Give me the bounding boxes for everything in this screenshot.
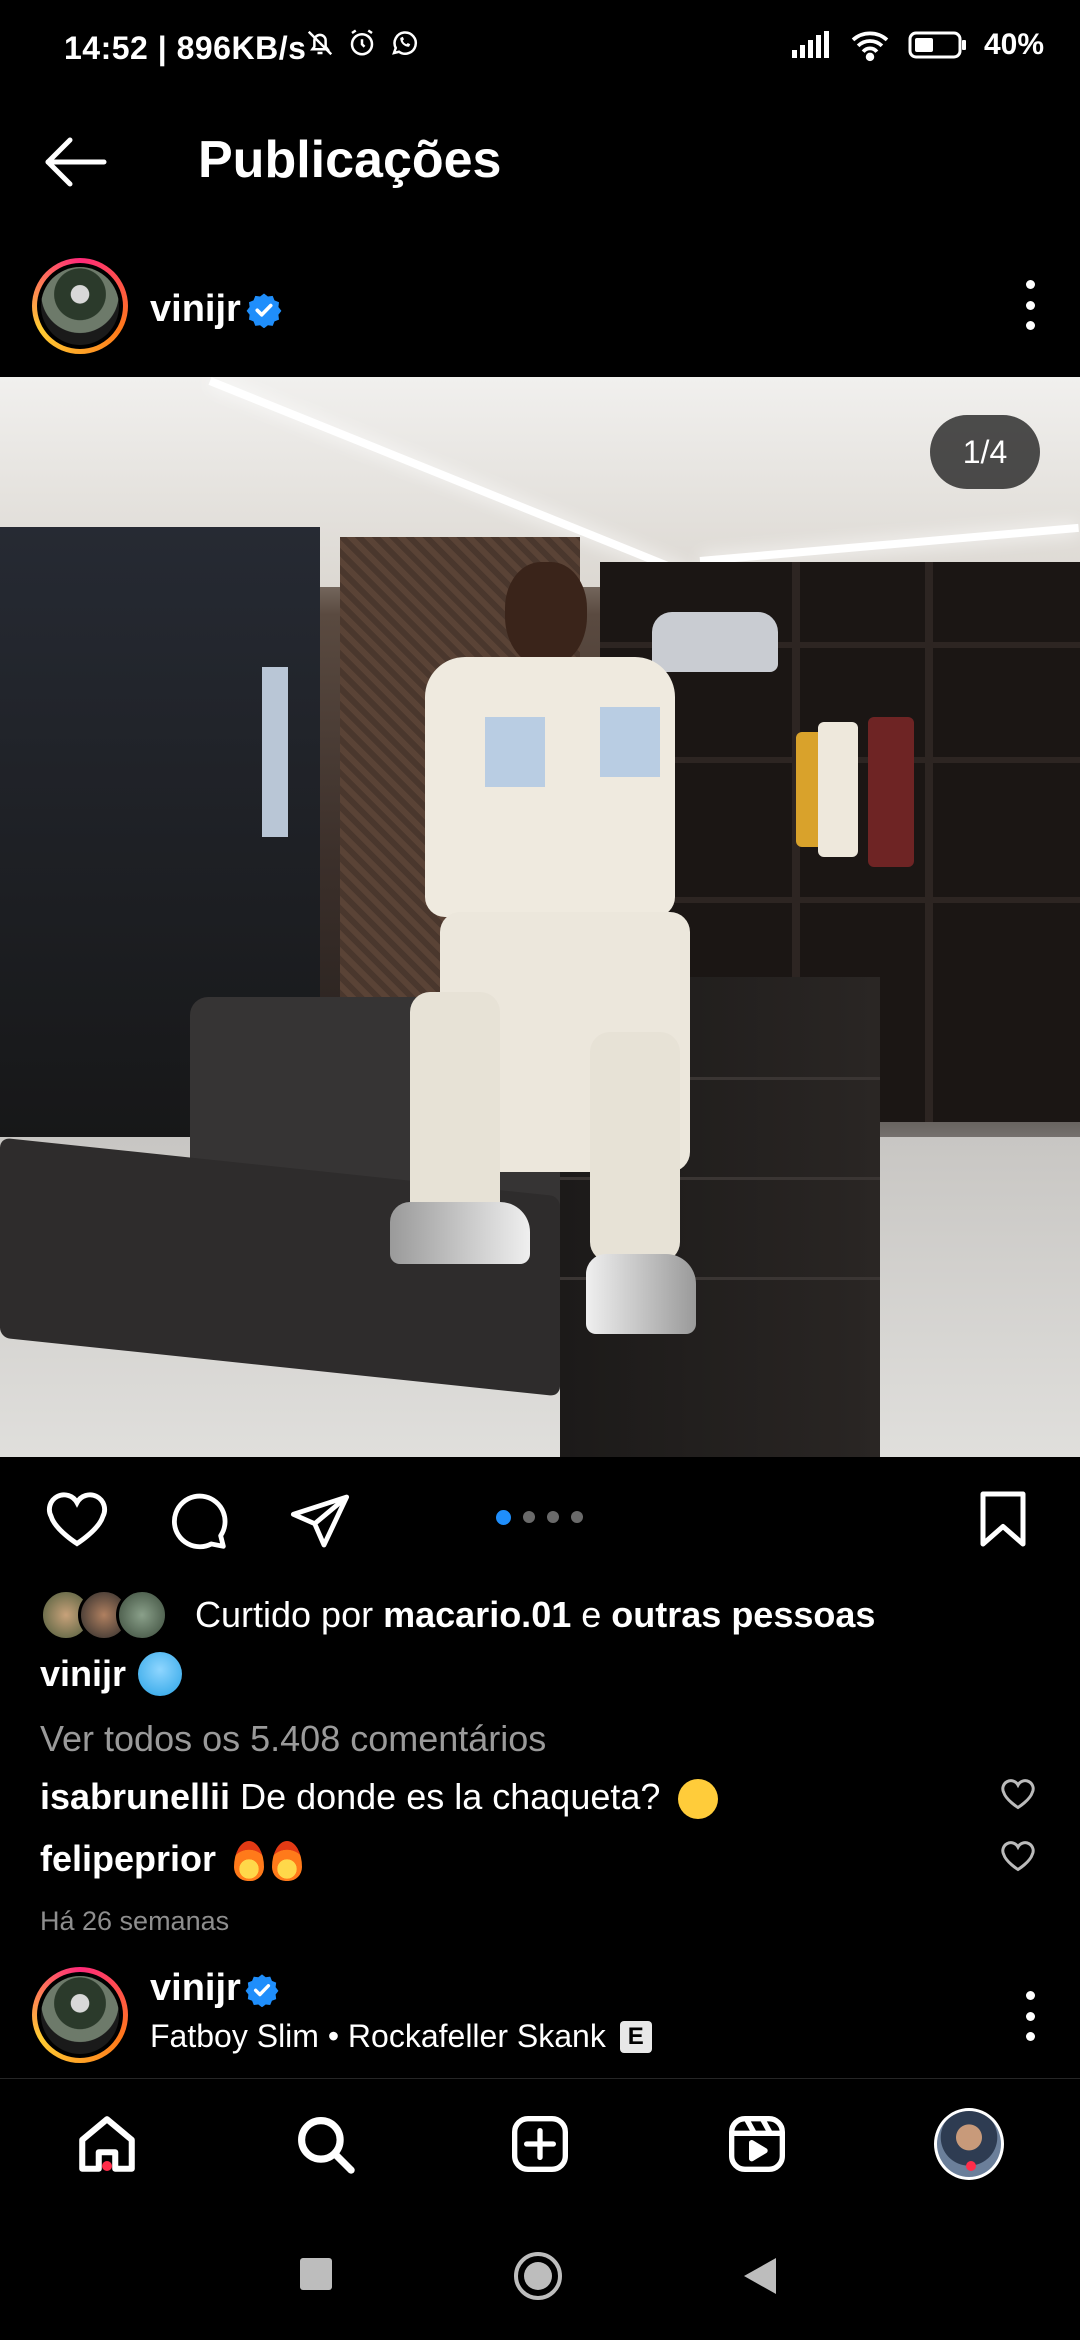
status-bar: 14:52 | 896KB/s 40% xyxy=(0,0,1080,100)
caption-username[interactable]: vinijr xyxy=(40,1653,126,1695)
liked-by-user[interactable]: macario.01 xyxy=(383,1594,571,1635)
post-image[interactable]: 1/4 xyxy=(0,377,1080,1457)
comment-like-heart-icon[interactable] xyxy=(1000,1838,1036,1874)
post-header: vinijr xyxy=(0,250,1080,365)
signal-icon xyxy=(791,31,829,58)
post-timestamp: Há 26 semanas xyxy=(40,1906,230,1936)
battery-icon xyxy=(908,31,966,59)
music-info[interactable]: Fatboy Slim • Rockafeller Skank E xyxy=(150,2018,652,2055)
explicit-badge: E xyxy=(619,2020,652,2053)
system-navigation-bar xyxy=(0,2220,1080,2340)
create-icon xyxy=(512,2116,568,2172)
back-button[interactable] xyxy=(40,132,110,192)
reels-icon xyxy=(729,2116,785,2172)
comment-username[interactable]: felipeprior xyxy=(40,1838,216,1879)
arrow-left-icon xyxy=(45,137,107,187)
wifi-icon xyxy=(851,31,889,62)
status-notification-icons xyxy=(305,28,419,58)
carousel-dot xyxy=(571,1511,583,1523)
post-caption: vinijr xyxy=(40,1652,183,1696)
nav-search[interactable] xyxy=(290,2109,360,2179)
bottom-navigation xyxy=(0,2078,1080,2218)
alarm-icon xyxy=(350,29,374,56)
heart-icon[interactable] xyxy=(44,1489,110,1549)
nav-create[interactable] xyxy=(505,2109,575,2179)
comment-item: felipeprior xyxy=(40,1838,303,1882)
image-counter-badge: 1/4 xyxy=(930,415,1040,489)
post-actions xyxy=(0,1467,1080,1567)
comment-like-heart-icon[interactable] xyxy=(1000,1776,1036,1812)
bookmark-icon[interactable] xyxy=(976,1489,1030,1549)
page-title: Publicações xyxy=(198,131,502,189)
heart-eyes-emoji-icon xyxy=(678,1779,719,1820)
share-icon[interactable] xyxy=(288,1489,352,1553)
cold-face-emoji-icon xyxy=(138,1652,183,1696)
carousel-indicator xyxy=(496,1510,583,1525)
notification-dot xyxy=(102,2161,112,2171)
status-time: 14:52 | 896KB/s xyxy=(64,30,307,66)
comment-text: De donde es la chaqueta? xyxy=(240,1776,661,1817)
recents-square-icon[interactable] xyxy=(298,2256,334,2292)
search-icon xyxy=(298,2117,355,2174)
bell-off-icon xyxy=(307,30,333,56)
comment-icon[interactable] xyxy=(166,1489,230,1553)
music-title: Fatboy Slim • Rockafeller Skank xyxy=(150,2018,606,2054)
nav-reels[interactable] xyxy=(722,2109,792,2179)
verified-badge-icon xyxy=(245,1974,279,2007)
view-all-comments-link[interactable]: Ver todos os 5.408 comentários xyxy=(40,1718,546,1760)
status-system-icons: 40% xyxy=(790,28,1044,62)
verified-badge-icon xyxy=(246,293,282,328)
page-header: Publicações xyxy=(0,110,1080,210)
carousel-dot xyxy=(547,1511,559,1523)
likes-summary[interactable]: Curtido por macario.01 e outras pessoas xyxy=(40,1585,875,1645)
whatsapp-icon xyxy=(392,31,418,55)
avatar[interactable] xyxy=(32,258,128,354)
avatar[interactable] xyxy=(32,1967,128,2063)
next-post-username[interactable]: vinijr xyxy=(150,1967,241,2010)
likes-text: Curtido por macario.01 e outras pessoas xyxy=(195,1594,876,1635)
back-triangle-icon[interactable] xyxy=(742,2256,778,2296)
carousel-dot-active xyxy=(496,1510,511,1525)
liker-avatars xyxy=(40,1589,175,1641)
next-post-header: vinijr Fatboy Slim • Rockafeller Skank E xyxy=(0,1955,1080,2080)
fire-emoji-icon xyxy=(234,1841,265,1882)
more-options-button[interactable] xyxy=(1020,280,1040,330)
notification-dot xyxy=(966,2161,976,2171)
carousel-dot xyxy=(523,1511,535,1523)
fire-emoji-icon xyxy=(272,1841,303,1882)
more-options-button[interactable] xyxy=(1020,1991,1040,2041)
comment-item: isabrunellii De donde es la chaqueta? xyxy=(40,1776,719,1820)
battery-percentage: 40% xyxy=(983,28,1044,61)
comment-username[interactable]: isabrunellii xyxy=(40,1776,230,1817)
post-username[interactable]: vinijr xyxy=(150,288,241,331)
liked-by-others[interactable]: outras pessoas xyxy=(611,1594,875,1635)
home-circle-icon[interactable] xyxy=(512,2250,564,2302)
